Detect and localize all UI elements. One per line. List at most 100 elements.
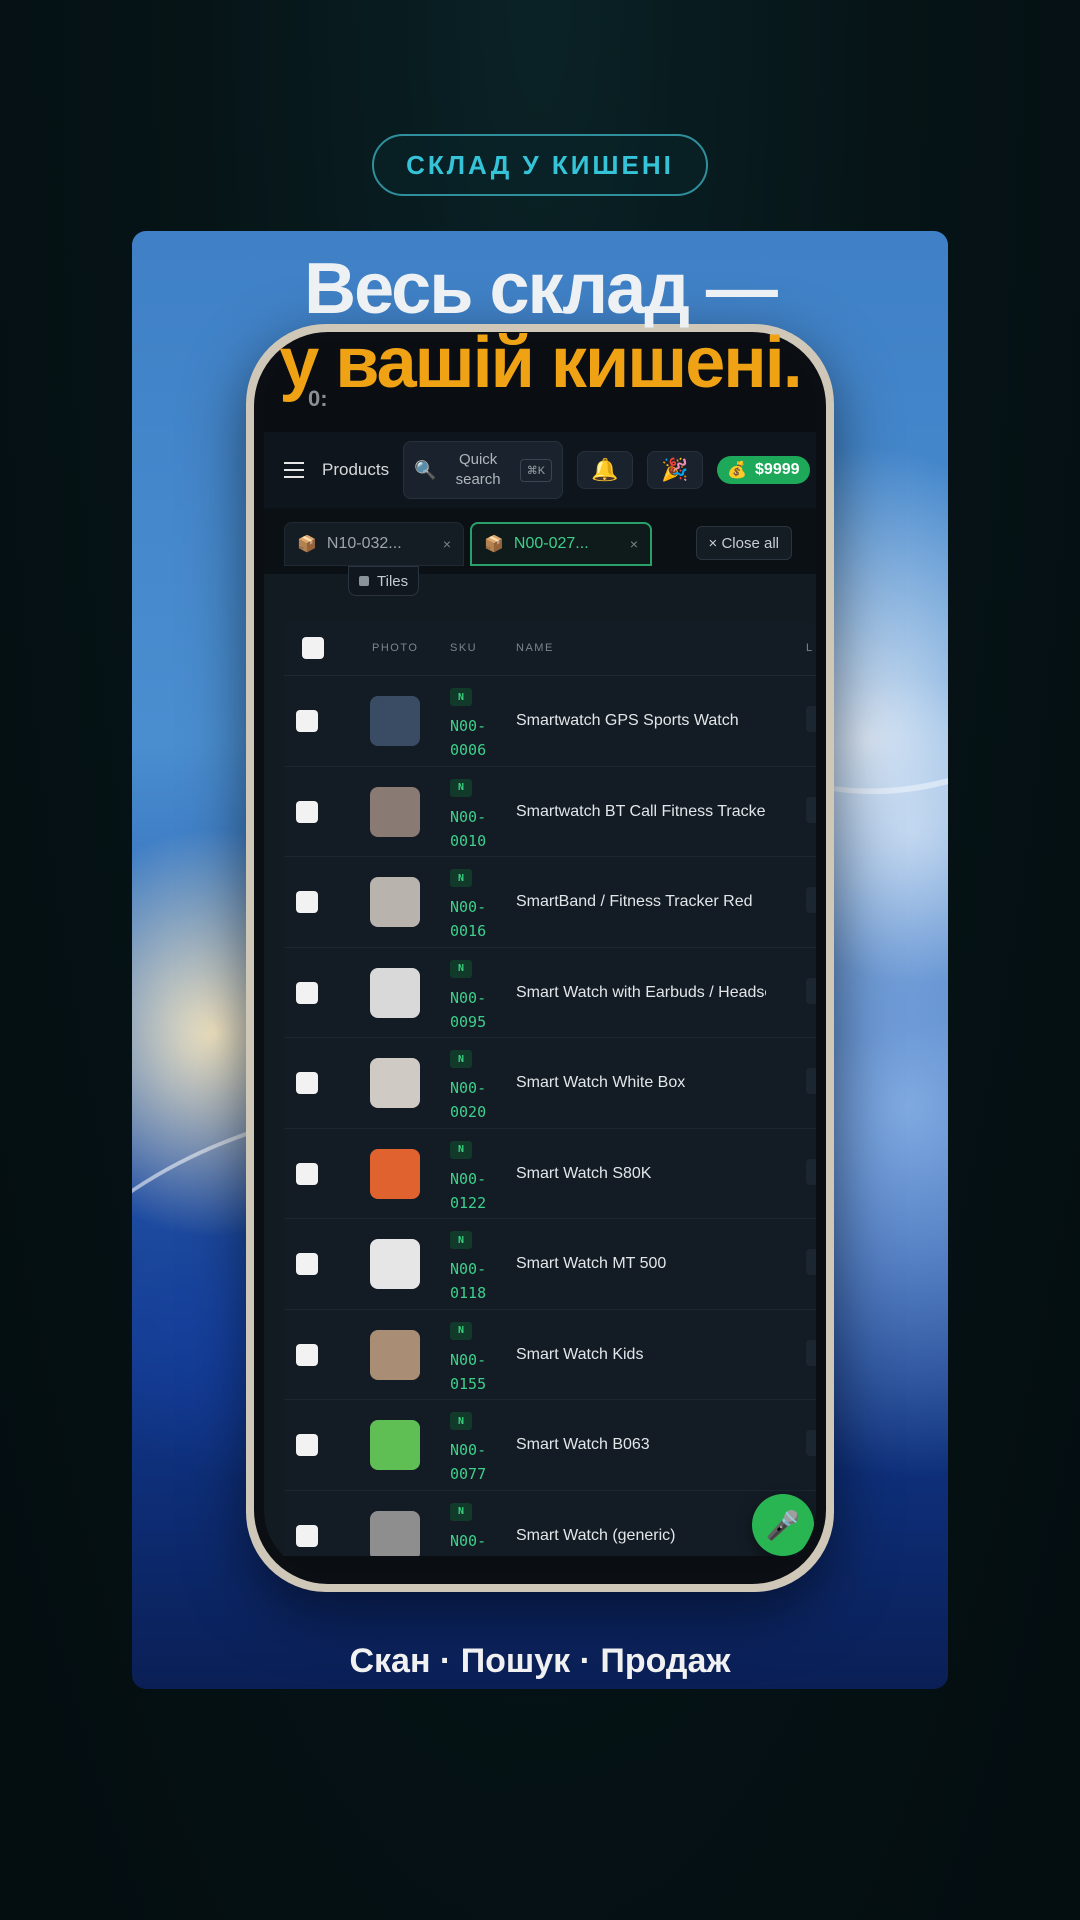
sku-line-1: N00- xyxy=(450,1260,487,1278)
sku-line-2: 0095 xyxy=(450,1012,487,1031)
hamburger-menu-icon[interactable] xyxy=(284,462,304,478)
row-checkbox[interactable] xyxy=(296,800,318,823)
sku-cell: N00- 0016 xyxy=(450,895,486,943)
brand-pill: СКЛАД У КИШЕНІ xyxy=(372,134,708,196)
sku-line-2: 0155 xyxy=(450,1374,487,1393)
sku-line-2: 0016 xyxy=(450,922,487,940)
next-column-cell xyxy=(806,1068,816,1094)
row-checkbox[interactable] xyxy=(296,891,318,913)
sku-line-1: N00- xyxy=(450,1350,487,1369)
table-row[interactable]: N N00- 0020 Smart Watch White Box xyxy=(284,1038,816,1129)
sku-line-1: N00- xyxy=(450,1441,487,1459)
voice-search-button[interactable]: 🎤 xyxy=(752,1494,814,1556)
sku-line-1: N00- xyxy=(450,717,487,735)
product-photo xyxy=(370,1420,420,1470)
balance-value: $9999 xyxy=(755,461,800,478)
row-checkbox[interactable] xyxy=(296,981,318,1004)
quick-search-button[interactable]: 🔍 Quick search ⌘K xyxy=(403,441,564,499)
package-icon: 📦 xyxy=(297,536,317,553)
status-badge: N xyxy=(450,778,472,797)
next-column-cell xyxy=(806,1339,816,1366)
next-column-cell xyxy=(806,1430,816,1456)
sku-line-2: 0077 xyxy=(450,1465,487,1483)
table-row[interactable]: N N00- 0122 Smart Watch S80K xyxy=(284,1129,816,1219)
tagline: Скан · Пошук · Продаж xyxy=(349,1642,731,1680)
product-name: Smart Watch White Box xyxy=(516,1074,686,1091)
next-column-cell xyxy=(806,796,816,823)
product-photo xyxy=(370,877,420,927)
headline-line-2: у вашій кишені. xyxy=(279,323,803,403)
phone-screen: 0: Products 🔍 Quick search ⌘K 🔔 🎉 💰 $999… xyxy=(264,342,816,1574)
tab-product-2-active[interactable]: 📦 N00-027... × xyxy=(470,522,652,566)
microphone-icon: 🎤 xyxy=(765,1509,801,1541)
product-photo xyxy=(370,1058,420,1108)
product-name: Smartwatch GPS Sports Watch xyxy=(516,712,739,729)
balance-badge[interactable]: 💰 $9999 xyxy=(717,456,810,484)
bottom-edge xyxy=(264,1556,816,1574)
table-body: N N00- 0006 Smartwatch GPS Sports Watch N N00… xyxy=(284,676,816,1574)
product-photo xyxy=(370,696,420,746)
next-column-cell xyxy=(806,977,816,1004)
product-name: Smart Watch MT 500 xyxy=(516,1255,667,1272)
status-badge: N xyxy=(450,1412,472,1430)
header-extra: L xyxy=(806,642,814,654)
status-badge: N xyxy=(450,688,472,706)
row-checkbox[interactable] xyxy=(296,1343,318,1366)
sku-cell: N00- 0122 xyxy=(450,1167,486,1215)
product-name: Smartwatch BT Call Fitness Tracker xyxy=(516,802,766,820)
headline-line-1: Весь склад — xyxy=(304,249,778,329)
product-name: Smart Watch (generic) xyxy=(516,1526,676,1544)
row-checkbox[interactable] xyxy=(296,1253,318,1275)
row-checkbox[interactable] xyxy=(296,710,318,732)
status-badge: N xyxy=(450,1231,472,1249)
phone-bezel: 0: Products 🔍 Quick search ⌘K 🔔 🎉 💰 $999… xyxy=(254,332,826,1584)
row-checkbox[interactable] xyxy=(296,1524,318,1547)
row-checkbox[interactable] xyxy=(296,1162,318,1185)
product-photo xyxy=(370,786,420,837)
bell-icon: 🔔 xyxy=(591,457,619,482)
party-popper-icon: 🎉 xyxy=(661,457,689,482)
search-icon: 🔍 xyxy=(414,459,437,480)
next-column-cell xyxy=(806,1249,816,1275)
tab-product-1[interactable]: 📦 N10-032... × xyxy=(284,522,464,566)
sku-line-1: N00- xyxy=(450,988,487,1007)
products-table: PHOTO SKU NAME L N N00- 0006 Smartwatch GPS… xyxy=(284,620,816,1574)
status-badge: N xyxy=(450,959,472,978)
product-name: Smart Watch B063 xyxy=(516,1436,650,1453)
table-row[interactable]: N N00- 0118 Smart Watch MT 500 xyxy=(284,1219,816,1310)
table-row[interactable]: N N00- 0016 SmartBand / Fitness Tracker Red xyxy=(284,857,816,948)
status-badge: N xyxy=(450,1502,472,1521)
tiles-label: Tiles xyxy=(377,572,409,590)
table-row[interactable]: N N00- 0006 Smartwatch GPS Sports Watch xyxy=(284,676,816,767)
tab-strip: 📦 N10-032... × 📦 N00-027... × × Close al… xyxy=(264,508,816,574)
table-row[interactable]: N N00- 0155 Smart Watch Kids xyxy=(284,1310,816,1400)
row-checkbox[interactable] xyxy=(296,1434,318,1456)
page-title: Products xyxy=(322,460,390,479)
table-row[interactable]: N N00- 0010 Smartwatch BT Call Fitness Trac… xyxy=(284,767,816,857)
select-all-checkbox[interactable] xyxy=(302,637,324,659)
sku-line-1: N00- xyxy=(450,1079,487,1097)
row-checkbox[interactable] xyxy=(296,1072,318,1094)
status-badge: N xyxy=(450,1321,472,1340)
app-topbar: Products 🔍 Quick search ⌘K 🔔 🎉 💰 $9999 xyxy=(264,432,816,508)
next-column-cell xyxy=(806,1158,816,1185)
sku-cell: N00- 0077 xyxy=(450,1438,486,1486)
table-row[interactable]: N N00- 0077 Smart Watch B063 xyxy=(284,1400,816,1491)
package-icon: 📦 xyxy=(484,536,504,553)
status-badge: N xyxy=(450,869,472,887)
money-bag-icon: 💰 xyxy=(727,462,748,479)
header-photo: PHOTO xyxy=(372,642,419,654)
sku-line-2: 0122 xyxy=(450,1193,487,1212)
close-tab-icon[interactable]: × xyxy=(443,536,451,552)
close-tab-icon[interactable]: × xyxy=(630,536,638,552)
sku-line-1: N00- xyxy=(450,1169,487,1188)
celebration-button[interactable]: 🎉 xyxy=(647,451,704,489)
product-name: Smart Watch Kids xyxy=(516,1345,644,1363)
tiles-view-button[interactable]: Tiles xyxy=(348,566,420,596)
tab-label: N00-027... xyxy=(513,535,589,552)
product-name: Smart Watch with Earbuds / Headset xyxy=(516,983,766,1001)
notifications-button[interactable]: 🔔 xyxy=(577,451,634,489)
tab-label: N10-032... xyxy=(326,535,402,552)
table-row[interactable]: N N00- 0095 Smart Watch with Earbuds / Head… xyxy=(284,948,816,1038)
close-all-button[interactable]: × Close all xyxy=(695,526,792,560)
